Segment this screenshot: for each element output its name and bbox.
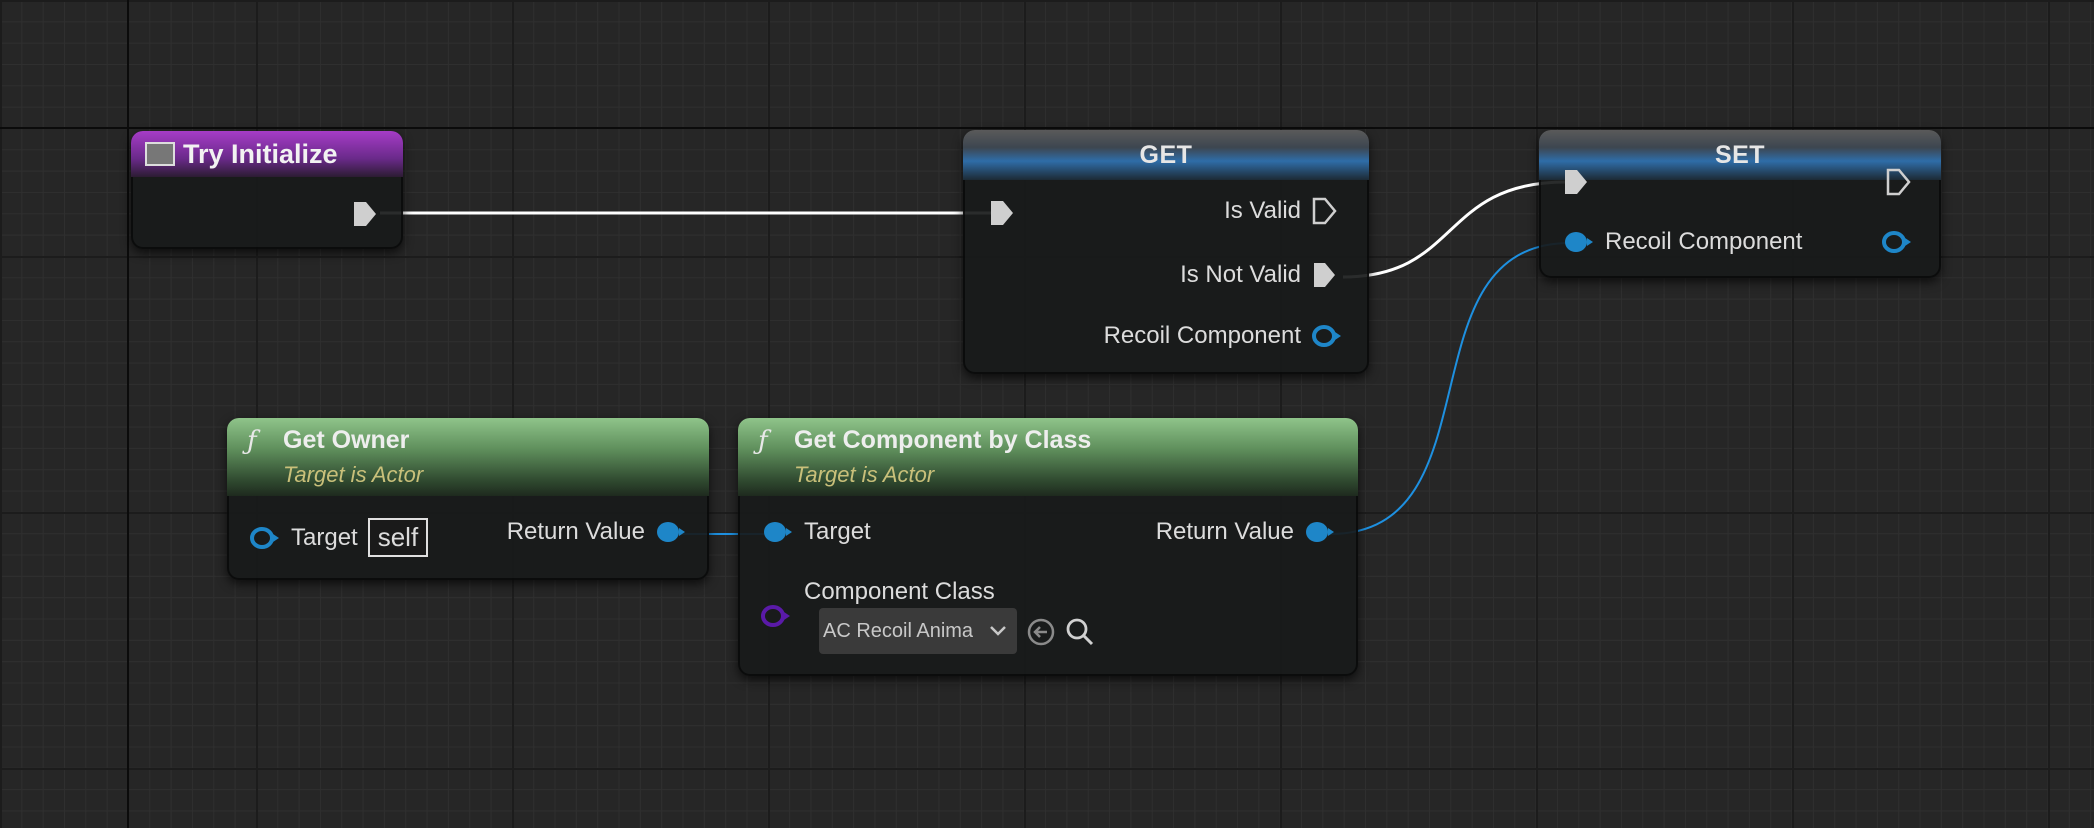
set-node-title: SET [1714, 140, 1766, 169]
event-icon [145, 142, 175, 166]
get-component-target-pin[interactable] [762, 520, 794, 544]
set-node[interactable]: SET Recoil Component [1539, 130, 1941, 278]
event-node-try-initialize[interactable]: Try Initialize [131, 131, 403, 249]
search-icon[interactable] [1064, 616, 1096, 648]
get-node-header[interactable]: GET [963, 130, 1369, 180]
get-node-title: GET [1139, 140, 1193, 169]
get-recoil-component-row: Recoil Component [1104, 322, 1343, 350]
get-component-header[interactable]: ƒ Get Component by Class Target is Actor [738, 418, 1358, 496]
get-component-class-row: Component Class [804, 578, 995, 606]
get-component-target-label: Target [804, 518, 871, 545]
set-exec-in-pin[interactable] [1563, 167, 1591, 197]
get-component-return-pin[interactable] [1304, 520, 1336, 544]
get-is-valid-row: Is Valid [1224, 196, 1339, 226]
arrow-left-circle-icon[interactable] [1026, 617, 1056, 647]
get-recoil-component-label: Recoil Component [1103, 322, 1301, 349]
get-is-not-valid-label: Is Not Valid [1180, 261, 1301, 288]
event-node-header[interactable]: Try Initialize [131, 131, 403, 177]
get-owner-title: Get Owner [283, 426, 410, 454]
get-recoil-component-pin[interactable] [1311, 324, 1343, 348]
get-owner-target-label: Target [291, 523, 358, 551]
get-component-return-label: Return Value [1155, 518, 1294, 545]
get-component-return-row: Return Value [1156, 518, 1336, 546]
get-component-target-row: Target [762, 518, 871, 546]
get-owner-target-row: Target self [249, 518, 429, 557]
set-recoil-component-row: Recoil Component [1563, 228, 1802, 256]
set-recoil-component-out-pin[interactable] [1881, 230, 1913, 254]
function-icon: ƒ [758, 426, 768, 456]
component-class-value: AC Recoil Anima [823, 619, 974, 642]
function-icon: ƒ [247, 426, 257, 456]
get-is-not-valid-pin[interactable] [1311, 260, 1339, 290]
event-node-title: Try Initialize [183, 138, 338, 169]
get-is-valid-pin[interactable] [1311, 196, 1339, 226]
wires-layer [380, 180, 1571, 535]
get-owner-return-pin[interactable] [655, 520, 687, 544]
set-node-header[interactable]: SET [1539, 130, 1941, 180]
get-is-valid-label: Is Valid [1224, 197, 1301, 224]
get-owner-header[interactable]: ƒ Get Owner Target is Actor [227, 418, 709, 496]
get-component-title: Get Component by Class [794, 426, 1092, 454]
event-exec-out-pin[interactable] [352, 199, 380, 229]
get-component-class-label: Component Class [804, 578, 995, 605]
chevron-down-icon [990, 626, 1006, 636]
get-node[interactable]: GET Is Valid Is Not Valid Recoil Compone… [963, 130, 1369, 374]
get-owner-target-input[interactable]: self [367, 518, 429, 557]
get-component-subtitle: Target is Actor [794, 462, 935, 487]
get-owner-return-row: Return Value [507, 518, 687, 546]
get-owner-node[interactable]: ƒ Get Owner Target is Actor Target self … [227, 418, 709, 580]
set-recoil-component-label: Recoil Component [1605, 228, 1803, 255]
get-owner-subtitle: Target is Actor [283, 462, 424, 487]
get-component-class-pin[interactable] [760, 604, 792, 628]
get-owner-return-label: Return Value [506, 518, 645, 545]
component-class-dropdown[interactable]: AC Recoil Anima [819, 608, 1017, 654]
get-owner-target-pin[interactable] [249, 526, 281, 550]
set-exec-out-pin[interactable] [1885, 167, 1913, 197]
set-recoil-component-in-pin[interactable] [1563, 230, 1595, 254]
exec-wire-notvalid-to-set[interactable] [1342, 180, 1567, 279]
get-is-not-valid-row: Is Not Valid [1180, 260, 1339, 290]
get-exec-in-pin[interactable] [989, 198, 1017, 228]
